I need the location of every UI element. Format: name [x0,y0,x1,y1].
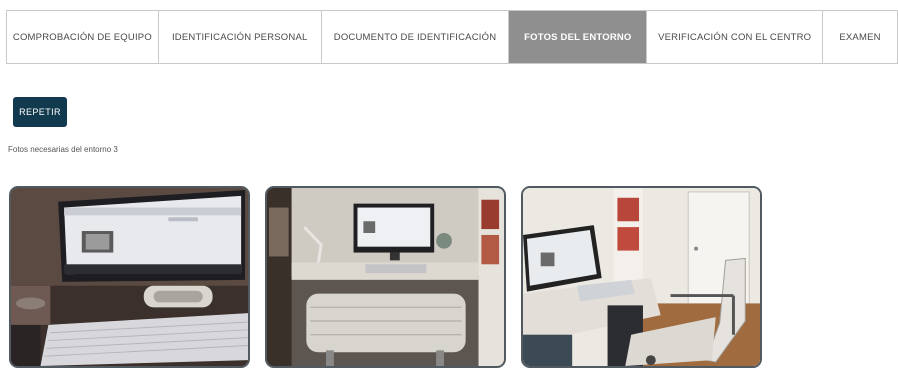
step-identification-document[interactable]: DOCUMENTO DE IDENTIFICACIÓN [321,11,510,63]
step-exam[interactable]: EXAMEN [823,11,898,63]
photo-office-chair-image [523,188,760,366]
stepper-tabs: COMPROBACIÓN DE EQUIPO IDENTIFICACIÓN PE… [6,10,898,64]
retry-button[interactable]: REPETIR [13,97,67,127]
environment-photo-1[interactable] [9,186,250,368]
photo-monitor-keyboard-image [11,188,248,366]
step-equipment-check[interactable]: COMPROBACIÓN DE EQUIPO [7,11,159,63]
step-environment-photos[interactable]: FOTOS DEL ENTORNO [509,11,648,63]
step-center-verification[interactable]: VERIFICACIÓN CON EL CENTRO [647,11,824,63]
step-personal-identification[interactable]: IDENTIFICACIÓN PERSONAL [158,11,322,63]
required-photos-hint: Fotos necesarias del entorno 3 [8,145,118,154]
photo-desk-chair-image [267,188,504,366]
environment-photo-3[interactable] [521,186,762,368]
environment-photo-2[interactable] [265,186,506,368]
